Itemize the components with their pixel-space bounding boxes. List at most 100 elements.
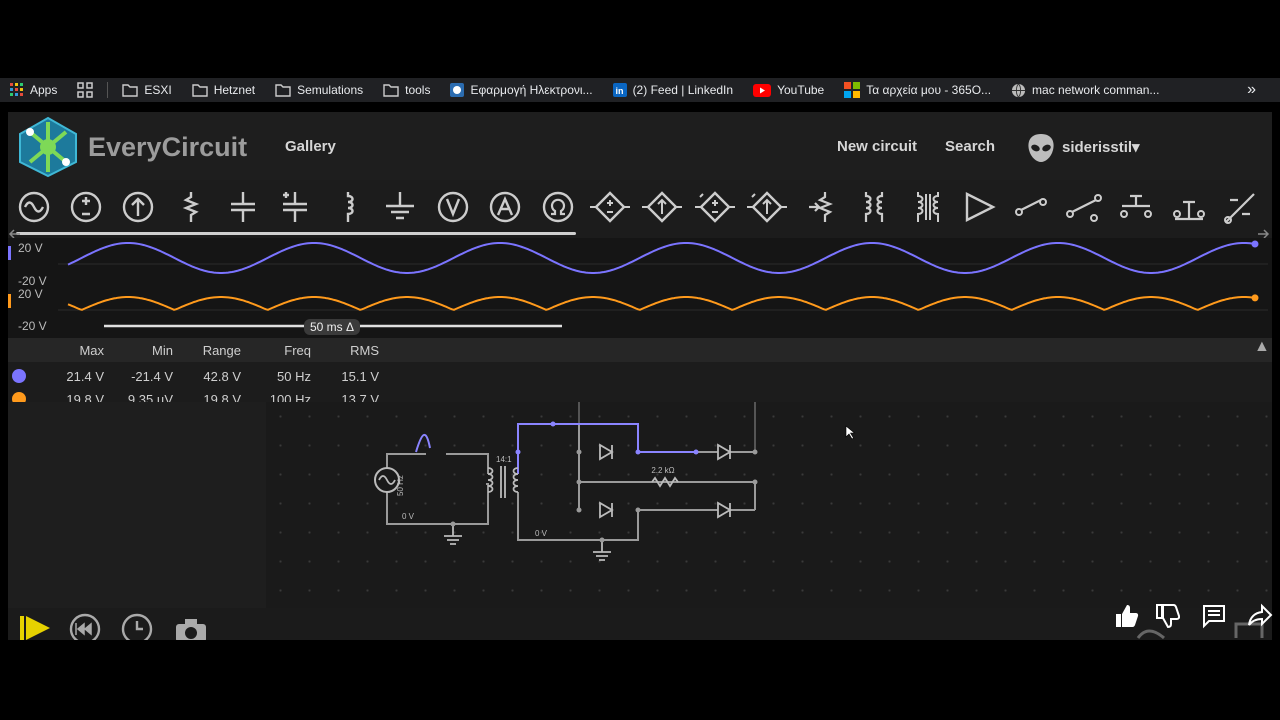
ohmmeter-icon[interactable] bbox=[538, 190, 578, 224]
bookmark-label: (2) Feed | LinkedIn bbox=[632, 83, 734, 97]
microsoft-icon bbox=[844, 82, 861, 98]
spdt-switch-icon[interactable] bbox=[1064, 190, 1104, 224]
bookmark-label: YouTube bbox=[777, 83, 825, 97]
everycircuit-app: EveryCircuit Gallery New circuit Search … bbox=[8, 112, 1272, 640]
resistor-value-label: 2.2 kΩ bbox=[651, 466, 674, 475]
dislike-icon[interactable] bbox=[1154, 603, 1180, 629]
ch1-freq: 50 Hz bbox=[277, 369, 311, 384]
bookmark-label: Apps bbox=[30, 83, 58, 97]
folder-icon bbox=[192, 84, 208, 97]
bookmark-linkedin[interactable]: in (2) Feed | LinkedIn bbox=[603, 83, 744, 97]
bookmark-tools[interactable]: tools bbox=[373, 83, 440, 97]
switch-icon[interactable] bbox=[1011, 190, 1051, 224]
capacitor-icon[interactable] bbox=[223, 190, 263, 224]
site-icon bbox=[450, 83, 465, 97]
new-circuit-link[interactable]: New circuit bbox=[837, 138, 917, 155]
bookmark-365[interactable]: Τα αρχεία μου - 365O... bbox=[834, 82, 1001, 98]
collapse-scope-button[interactable]: ▲ bbox=[1254, 338, 1270, 356]
bookmarks-more-button[interactable]: » bbox=[1223, 81, 1280, 99]
toolbar-scrollbar[interactable] bbox=[16, 232, 576, 235]
camera-icon[interactable] bbox=[174, 614, 208, 640]
header-min: Min bbox=[152, 343, 173, 358]
dc-current-source-icon[interactable] bbox=[66, 190, 106, 224]
ground2-voltage-label: 0 V bbox=[535, 529, 548, 538]
rewind-icon[interactable] bbox=[68, 612, 102, 640]
clock-icon[interactable] bbox=[120, 612, 154, 640]
youtube-icon bbox=[753, 83, 772, 97]
folder-icon bbox=[122, 84, 139, 97]
mouse-cursor-icon bbox=[845, 425, 856, 440]
channel2-cursor bbox=[1251, 294, 1259, 302]
channel1-cursor bbox=[1251, 240, 1259, 248]
bookmark-apps[interactable]: Apps bbox=[0, 83, 67, 97]
ch1-max: 21.4 V bbox=[66, 369, 104, 384]
bottom-toolbar bbox=[8, 608, 1272, 640]
bookmark-label: Εφαρμογή Ηλεκτρονι... bbox=[470, 83, 593, 97]
pushbutton-nc-icon[interactable] bbox=[1169, 190, 1209, 224]
bookmark-hetznet[interactable]: Hetznet bbox=[182, 83, 265, 97]
diode-4[interactable] bbox=[717, 501, 732, 519]
username: siderisstil bbox=[1062, 139, 1133, 156]
transformer[interactable] bbox=[487, 466, 519, 498]
ground-icon[interactable] bbox=[380, 190, 420, 224]
like-icon[interactable] bbox=[1113, 603, 1139, 629]
voltmeter-icon[interactable] bbox=[433, 190, 473, 224]
bookmark-greek-app[interactable]: Εφαρμογή Ηλεκτρονι... bbox=[440, 83, 602, 97]
transformer-ratio-label: 14:1 bbox=[496, 455, 512, 464]
coupled-inductor-icon[interactable] bbox=[908, 190, 948, 224]
everycircuit-logo-icon[interactable] bbox=[16, 116, 80, 178]
search-link[interactable]: Search bbox=[945, 138, 995, 155]
current-source-icon[interactable] bbox=[118, 190, 158, 224]
circuit-canvas[interactable]: 50 Hz 14:1 2.2 kΩ 0 V 0 V bbox=[266, 402, 1272, 608]
bookmark-esxi[interactable]: ESXI bbox=[112, 83, 181, 97]
cccs-icon[interactable] bbox=[747, 190, 787, 224]
svg-text:in: in bbox=[615, 86, 623, 96]
relay-icon[interactable] bbox=[1220, 190, 1260, 224]
ccvs-icon[interactable] bbox=[695, 190, 735, 224]
vccs-icon[interactable] bbox=[642, 190, 682, 224]
comment-icon[interactable] bbox=[1201, 603, 1227, 629]
bookmark-mac-network[interactable]: mac network comman... bbox=[1001, 83, 1169, 98]
ground-2[interactable] bbox=[593, 540, 611, 561]
diode-3[interactable] bbox=[599, 501, 614, 519]
polarized-capacitor-icon[interactable] bbox=[275, 190, 315, 224]
gallery-link[interactable]: Gallery bbox=[285, 138, 336, 155]
source-frequency-label: 50 Hz bbox=[396, 475, 405, 496]
circuit-schematic[interactable]: 50 Hz 14:1 2.2 kΩ 0 V 0 V bbox=[266, 402, 1272, 608]
ammeter-icon[interactable] bbox=[485, 190, 525, 224]
play-icon[interactable] bbox=[18, 612, 52, 640]
folder-icon bbox=[275, 84, 291, 97]
pushbutton-icon[interactable] bbox=[1116, 190, 1156, 224]
ground1-voltage-label: 0 V bbox=[402, 512, 415, 521]
resistor-icon[interactable] bbox=[171, 190, 211, 224]
app-title[interactable]: EveryCircuit bbox=[88, 132, 247, 163]
bookmark-separator bbox=[107, 82, 109, 98]
share-icon[interactable] bbox=[1247, 603, 1273, 629]
bookmark-label: ESXI bbox=[144, 83, 172, 97]
vcvs-icon[interactable] bbox=[590, 190, 630, 224]
header-rms: RMS bbox=[350, 343, 379, 358]
bookmarks-bar: Apps ESXI Hetznet Semulations tools Εφαρ… bbox=[0, 78, 1280, 102]
diode-1[interactable] bbox=[599, 443, 614, 461]
left-panel bbox=[8, 402, 268, 608]
opamp-icon[interactable] bbox=[959, 190, 999, 224]
ch1-range: 42.8 V bbox=[203, 369, 241, 384]
bookmark-semulations[interactable]: Semulations bbox=[265, 83, 373, 97]
source-wave-indicator bbox=[415, 434, 431, 453]
oscilloscope-panel[interactable]: 20 V -20 V 20 V -20 V 50 ms Δ bbox=[8, 238, 1272, 338]
transformer-icon[interactable] bbox=[854, 190, 894, 224]
timebase-label[interactable]: 50 ms Δ bbox=[304, 319, 361, 335]
folder-icon bbox=[383, 84, 399, 97]
inductor-icon[interactable] bbox=[328, 190, 368, 224]
bookmark-grid[interactable] bbox=[67, 82, 103, 98]
channel1-color-dot[interactable] bbox=[11, 368, 27, 384]
ground-1[interactable] bbox=[444, 524, 462, 545]
avatar[interactable] bbox=[1026, 132, 1056, 164]
bookmark-label: Hetznet bbox=[213, 83, 256, 97]
diode-2[interactable] bbox=[717, 443, 732, 461]
apps-grid-icon bbox=[10, 83, 23, 96]
user-menu[interactable]: siderisstil▾ bbox=[1062, 138, 1140, 156]
bookmark-youtube[interactable]: YouTube bbox=[743, 83, 834, 97]
ac-source-icon[interactable] bbox=[14, 190, 54, 224]
potentiometer-icon[interactable] bbox=[805, 190, 845, 224]
